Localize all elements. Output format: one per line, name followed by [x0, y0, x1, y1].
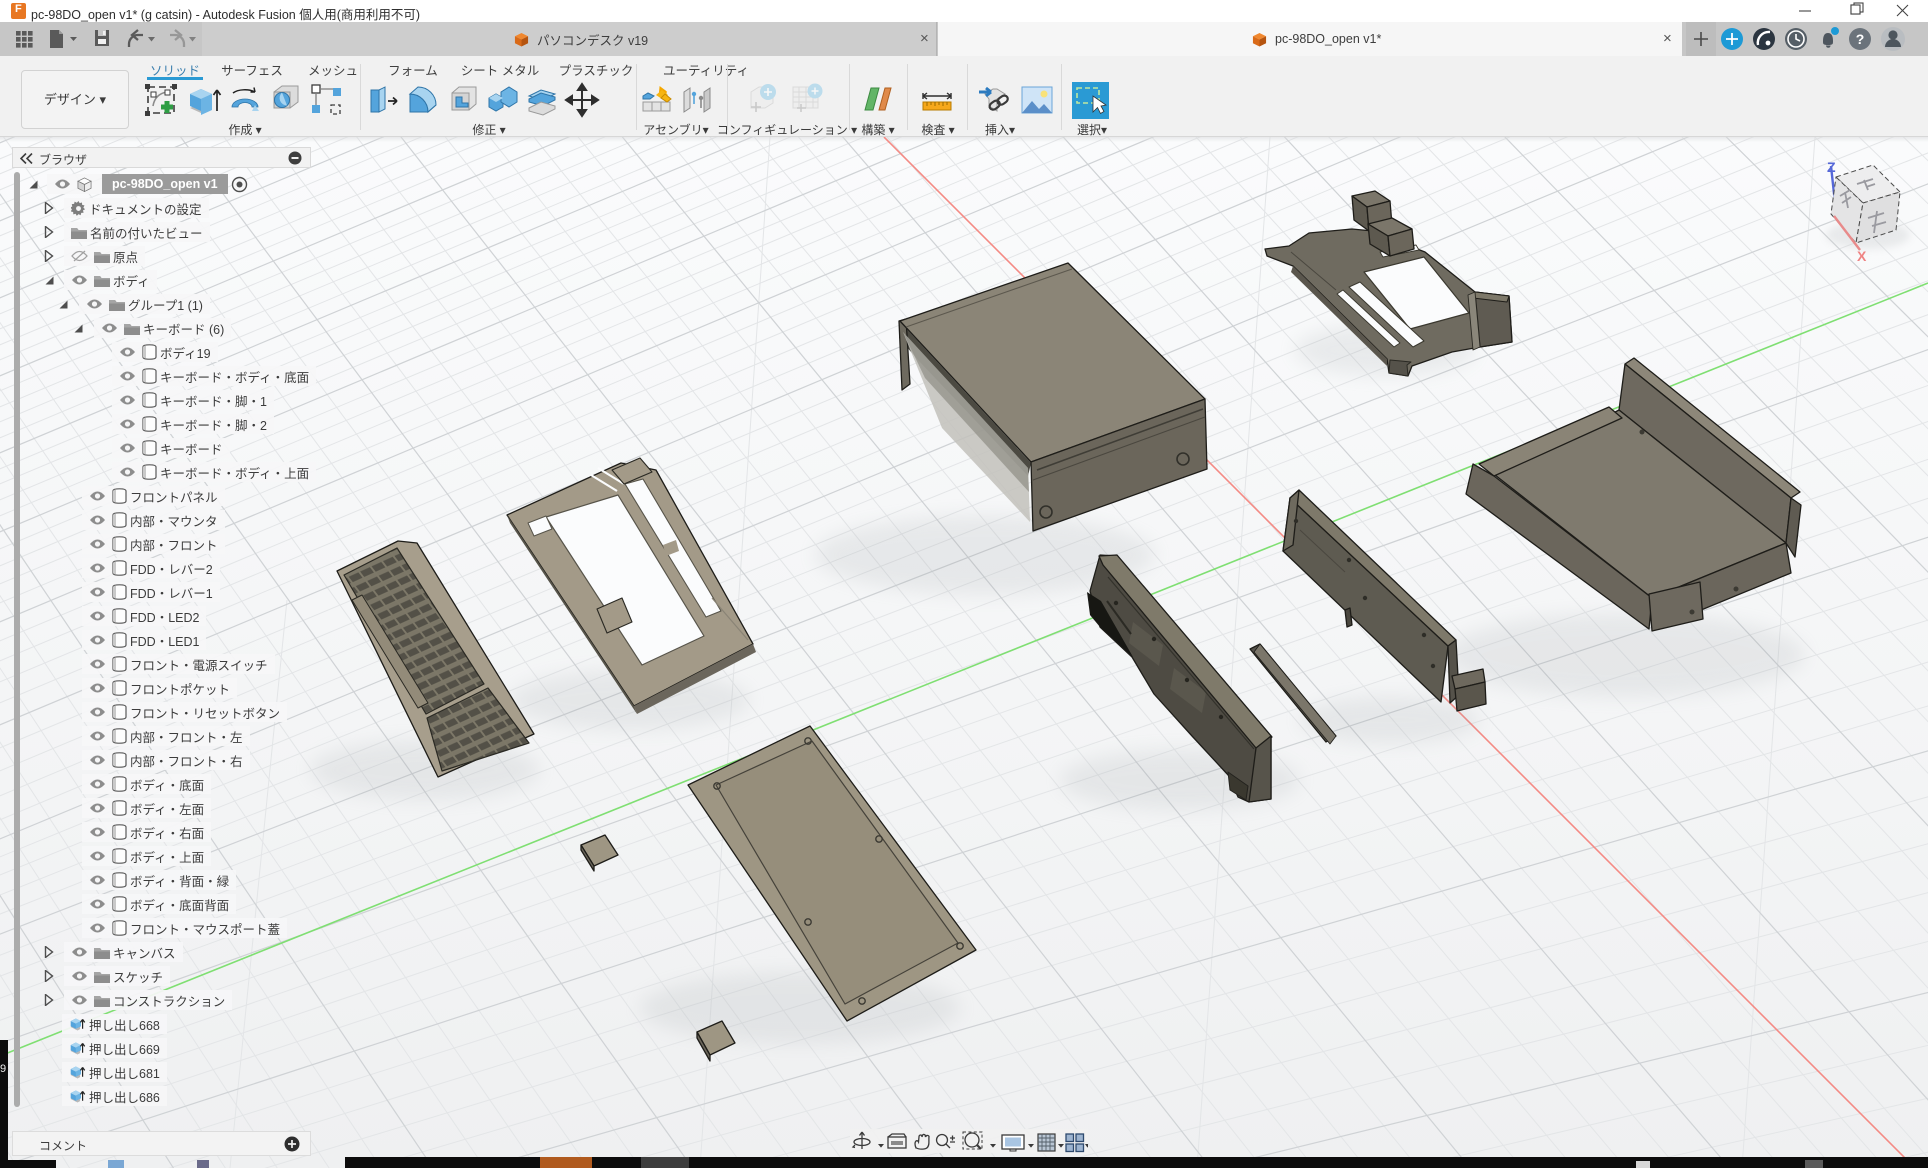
svg-text:Z: Z [1827, 159, 1836, 175]
svg-text:?: ? [1856, 31, 1865, 47]
svg-text:X: X [1857, 248, 1867, 264]
